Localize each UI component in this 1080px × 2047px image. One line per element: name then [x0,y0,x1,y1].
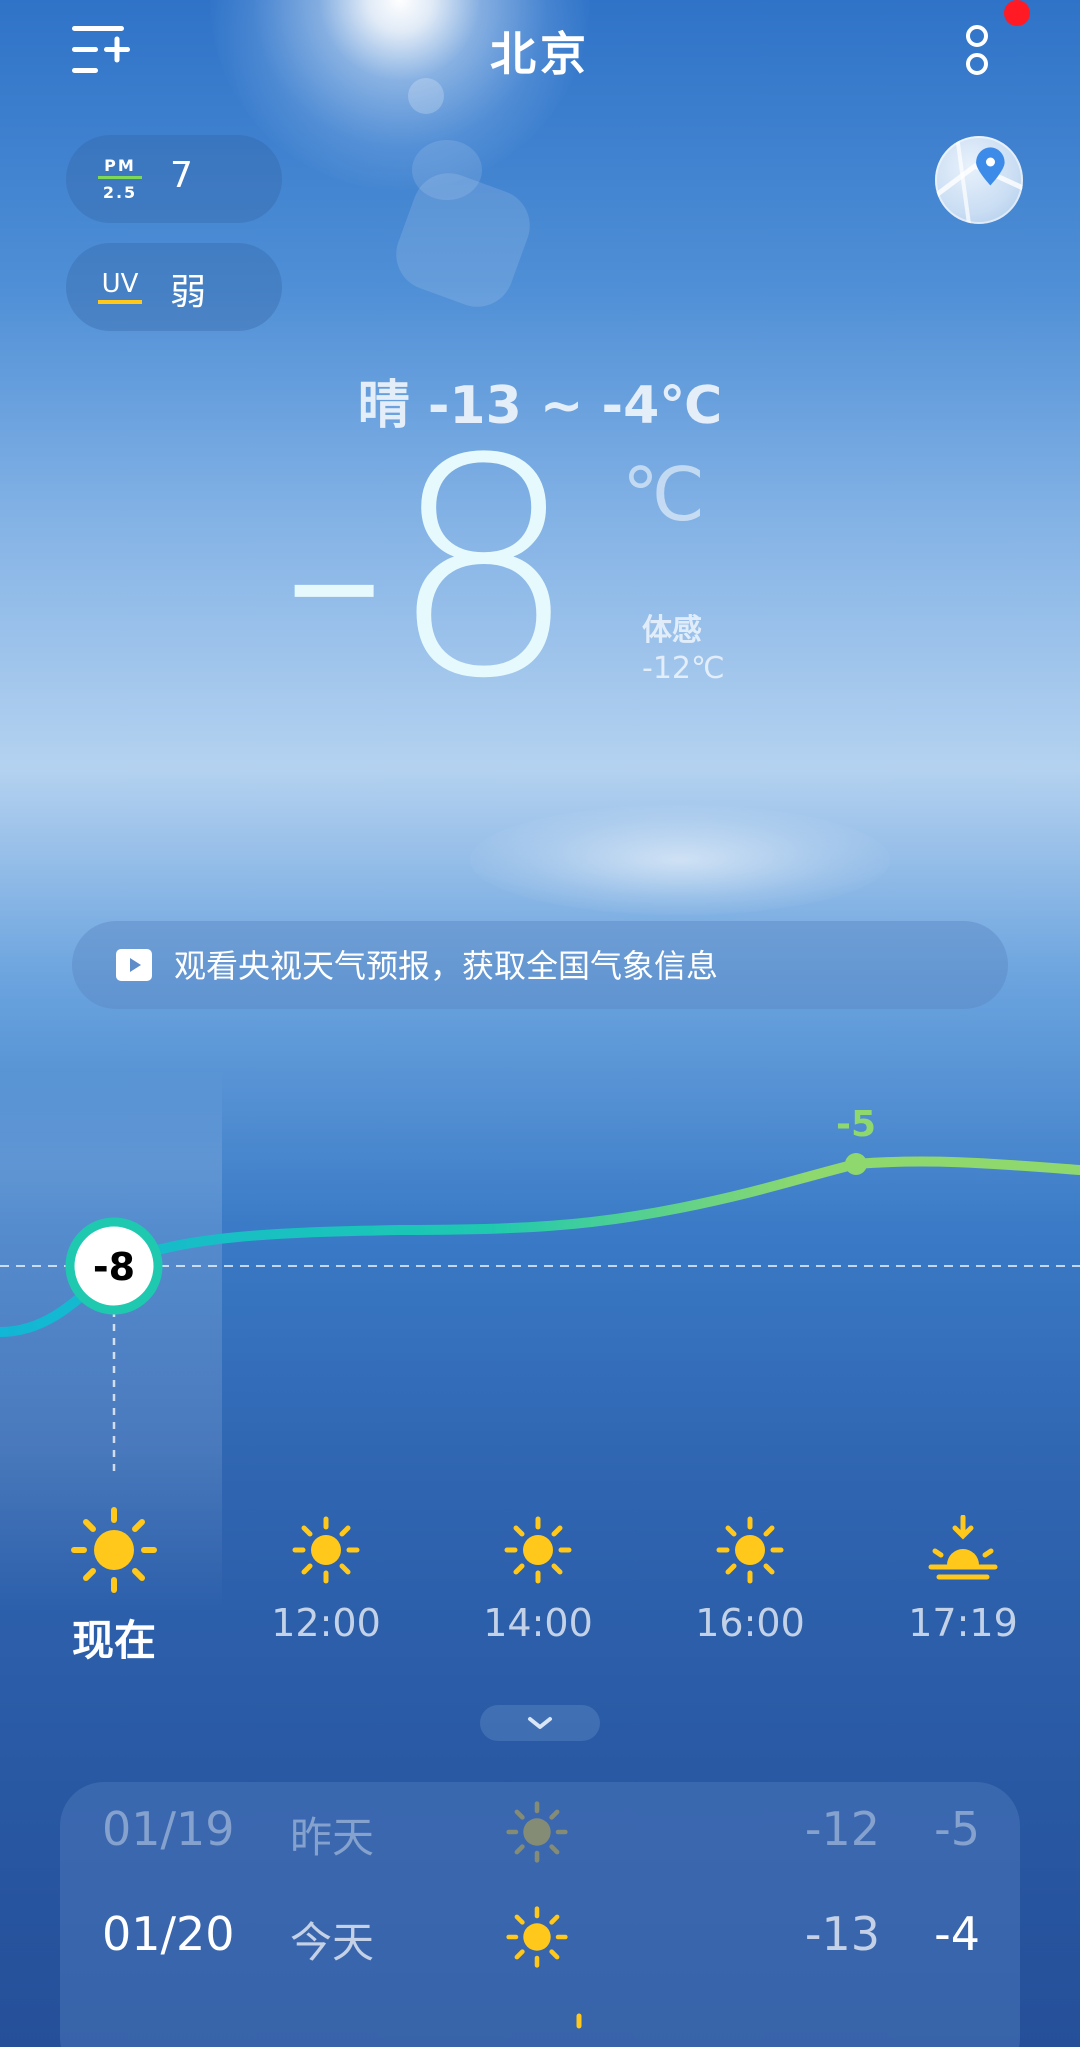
hour-label: 17:19 [908,1601,1018,1645]
daily-forecast-card: 01/19 昨天 -12 -5 01/20 今天 -13 -4 [60,1782,1020,2047]
hour-item[interactable]: 14:00 [468,1515,608,1645]
svg-text:PM: PM [104,156,136,175]
svg-text:2.5: 2.5 [103,183,137,202]
banner-text: 观看央视天气预报，获取全国气象信息 [174,947,719,985]
day-date: 01/19 [102,1802,235,1856]
day-name: 昨天 [290,1813,375,1862]
hour-label: 现在 [71,1616,156,1665]
temperature-curve [0,1156,1080,1337]
peak-temperature-label: -5 [836,1104,876,1145]
hour-item-sunset[interactable]: 17:19 [893,1515,1033,1645]
day-name: 今天 [290,1918,375,1967]
day-low: -13 [804,1907,880,1961]
expand-forecast-button[interactable] [480,1705,600,1741]
sun-icon [504,1516,572,1584]
hour-item[interactable]: 12:00 [256,1515,396,1645]
hour-label: 12:00 [271,1601,381,1645]
sun-icon [716,1516,784,1584]
sun-icon [292,1516,360,1584]
svg-text:UV: UV [102,269,139,299]
menu-add-icon[interactable] [70,22,132,78]
uv-icon: UV [98,269,142,304]
map-button[interactable] [935,136,1023,224]
hour-label: 16:00 [695,1601,805,1645]
temperature-unit: ℃ [622,452,706,538]
cctv-forecast-banner[interactable]: 观看央视天气预报，获取全国气象信息 [72,921,1008,1009]
feels-like-value: -12℃ [642,651,725,686]
peak-point [845,1153,867,1175]
sun-icon [71,1507,157,1593]
hour-label: 14:00 [483,1601,593,1645]
play-icon [116,949,152,981]
day-high: -5 [934,1802,980,1856]
sun-icon-partial [576,2013,582,2029]
hour-item[interactable]: 16:00 [680,1515,820,1645]
uv-value: 弱 [170,272,207,313]
sun-icon [506,1801,568,1863]
pm25-pill[interactable]: PM 2.5 7 [66,135,282,223]
sun-icon [506,1906,568,1968]
sunset-icon [928,1515,998,1580]
now-temperature-label: -8 [93,1245,135,1289]
feels-like-label: 体感 [642,613,702,648]
daily-row[interactable]: 01/19 昨天 -12 -5 [60,1782,1020,1882]
day-high: -4 [934,1907,980,1961]
daily-row[interactable]: 01/20 今天 -13 -4 [60,1887,1020,1987]
pm25-icon: PM 2.5 [98,156,142,202]
city-title[interactable]: 北京 [340,18,740,84]
pm25-value: 7 [170,155,193,196]
weather-screen: 北京 PM 2.5 7 UV 弱 晴 -13 ~ -4℃ -8 ℃ 体感 -12 [0,0,1080,2047]
chevron-down-icon [528,1717,552,1729]
hour-item-now[interactable]: 现在 [44,1505,184,1668]
more-vertical-icon[interactable] [962,18,992,82]
horizon-glow [470,805,890,915]
uv-pill[interactable]: UV 弱 [66,243,282,331]
day-low: -12 [804,1802,880,1856]
map-location-icon [935,136,1023,224]
notification-dot [1004,0,1030,26]
hourly-temperature-chart: -5 -8 [0,1104,1080,1478]
day-date: 01/20 [102,1907,235,1961]
